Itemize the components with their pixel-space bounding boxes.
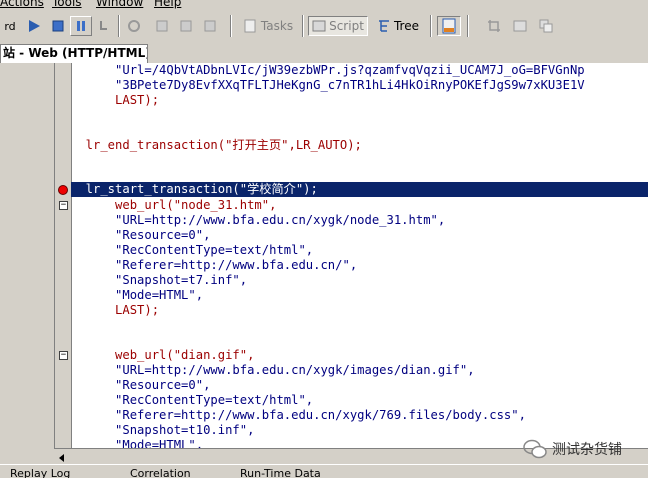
tasks-label: Tasks xyxy=(260,19,294,33)
code-line: "RecContentType=text/html", xyxy=(71,393,314,407)
code-line: "URL=http://www.bfa.edu.cn/xygk/images/d… xyxy=(71,363,475,377)
breakpoint-marker-icon[interactable] xyxy=(58,185,68,195)
code-line: "Mode=HTML", xyxy=(71,288,204,302)
collapse-icon[interactable]: − xyxy=(59,201,68,210)
code-line: "3BPete7Dy8EvfXXqTFLTJHeKgnG_c7nTR1hLi4H… xyxy=(71,78,585,92)
toolbar-separator xyxy=(302,15,304,37)
document-tab-bar: 站 - Web (HTTP/HTML) xyxy=(0,43,648,63)
script-view-button[interactable]: Script xyxy=(308,16,368,36)
stop-icon[interactable] xyxy=(48,16,68,36)
watermark: 测试杂货铺 xyxy=(522,436,622,462)
menu-help[interactable]: Help xyxy=(154,0,181,9)
code-line: LAST); xyxy=(71,303,160,317)
tab-web-script[interactable]: 站 - Web (HTTP/HTML) xyxy=(0,44,148,63)
code-line: "Mode=HTML", xyxy=(71,438,204,448)
play-icon[interactable] xyxy=(24,16,44,36)
copy-icon[interactable] xyxy=(536,16,556,36)
toggle-icon[interactable] xyxy=(176,16,196,36)
script-editor[interactable]: − − "Url=/4QbVtADbnLVIc/jW39ezbWPr.js?qz… xyxy=(54,63,648,448)
step-icon[interactable] xyxy=(94,16,114,36)
watermark-text: 测试杂货铺 xyxy=(552,442,622,458)
tab-title: 站 - Web (HTTP/HTML) xyxy=(3,46,148,60)
toolbar: rd Tasks Script Tree xyxy=(0,9,648,44)
collapse-icon[interactable]: − xyxy=(59,351,68,360)
code-line: "Url=/4QbVtADbnLVIc/jW39ezbWPr.js?qzamfv… xyxy=(71,63,585,77)
tab-correlation[interactable]: Correlation xyxy=(130,467,191,478)
pause-icon[interactable] xyxy=(70,16,92,36)
wechat-icon xyxy=(523,439,547,459)
record-icon[interactable]: rd xyxy=(0,16,20,36)
code-area[interactable]: "Url=/4QbVtADbnLVIc/jW39ezbWPr.js?qzamfv… xyxy=(71,63,648,448)
left-panel xyxy=(0,63,54,463)
script-label: Script xyxy=(329,19,364,33)
crop-icon[interactable] xyxy=(484,16,504,36)
gear-icon[interactable] xyxy=(124,16,144,36)
code-line: "Resource=0", xyxy=(71,378,211,392)
toolbar-separator xyxy=(230,15,232,37)
menu-window[interactable]: Window xyxy=(96,0,143,9)
code-line: lr_end_transaction("打开主页",LR_AUTO); xyxy=(71,138,362,152)
code-line: "RecContentType=text/html", xyxy=(71,243,314,257)
toolbar-separator xyxy=(467,15,469,37)
menu-tools[interactable]: Tools xyxy=(52,0,82,9)
code-line: "Resource=0", xyxy=(71,228,211,242)
code-line: "URL=http://www.bfa.edu.cn/xygk/node_31.… xyxy=(71,213,446,227)
menu-bar: Actions Tools Window Help xyxy=(0,0,648,9)
menu-actions[interactable]: Actions xyxy=(0,0,44,9)
breakpoint-icon[interactable] xyxy=(152,16,172,36)
toolbar-separator xyxy=(430,15,432,37)
code-line: "Snapshot=t7.inf", xyxy=(71,273,248,287)
code-line-selected: lr_start_transaction("学校简介"); xyxy=(71,182,318,196)
tab-runtime-data[interactable]: Run-Time Data xyxy=(240,467,321,478)
scroll-left-icon[interactable] xyxy=(56,452,68,462)
code-line: "Referer=http://www.bfa.edu.cn/xygk/769.… xyxy=(71,408,526,422)
editor-gutter[interactable]: − − xyxy=(55,63,72,448)
tab-replay-log[interactable]: Replay Log xyxy=(10,467,70,478)
bottom-tab-bar: Replay Log Correlation Run-Time Data xyxy=(0,464,648,478)
code-line: web_url("dian.gif", xyxy=(71,348,255,362)
code-line: "Referer=http://www.bfa.edu.cn/", xyxy=(71,258,358,272)
tasks-button[interactable]: Tasks xyxy=(238,16,298,36)
clear-icon[interactable] xyxy=(200,16,220,36)
tree-view-button[interactable]: Tree xyxy=(372,16,424,36)
code-line: "Snapshot=t10.inf", xyxy=(71,423,255,437)
code-line: web_url("node_31.htm", xyxy=(71,198,277,212)
tree-label: Tree xyxy=(393,19,419,33)
toolbar-separator xyxy=(118,15,120,37)
output-window-icon[interactable] xyxy=(437,16,461,36)
window-icon[interactable] xyxy=(510,16,530,36)
code-line: LAST); xyxy=(71,93,160,107)
